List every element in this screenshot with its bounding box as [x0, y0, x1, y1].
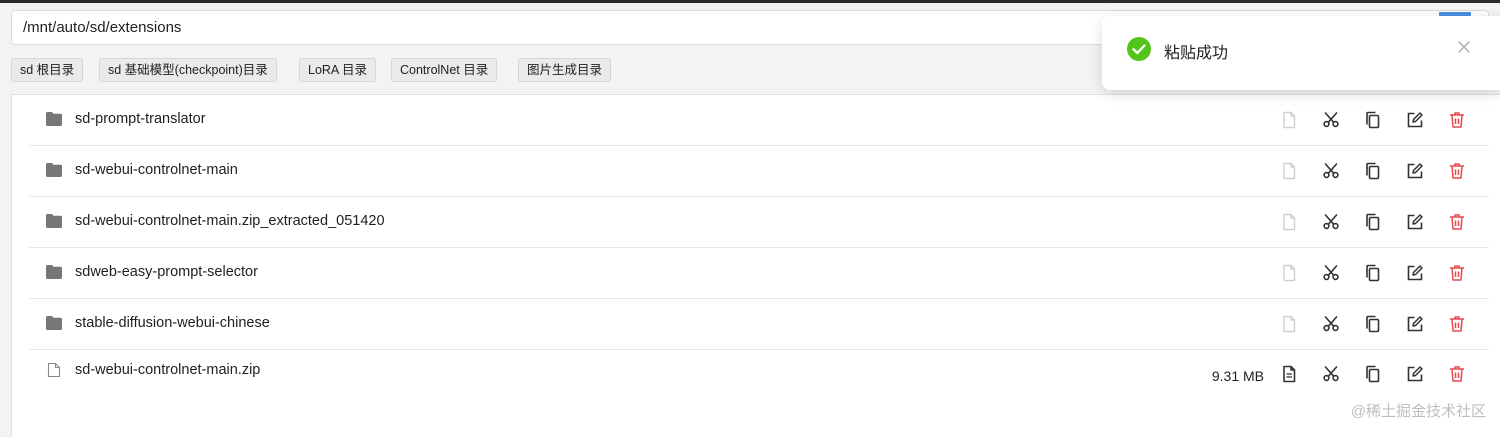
scissors-icon[interactable]: [1321, 212, 1341, 232]
file-name: sd-webui-controlnet-main: [75, 162, 238, 178]
list-item[interactable]: sd-webui-controlnet-main.zip 9.31 MB: [29, 350, 1489, 401]
shortcut-checkpoint[interactable]: sd 基础模型(checkpoint)目录: [99, 58, 277, 82]
copy-icon[interactable]: [1363, 314, 1383, 334]
file-view-icon[interactable]: [1279, 110, 1299, 130]
list-item[interactable]: sd-prompt-translator: [29, 95, 1489, 146]
scissors-icon[interactable]: [1321, 314, 1341, 334]
file-icon: [47, 363, 61, 377]
shortcut-lora[interactable]: LoRA 目录: [299, 58, 377, 82]
shortcut-controlnet[interactable]: ControlNet 目录: [391, 58, 498, 82]
edit-icon[interactable]: [1405, 364, 1425, 384]
trash-icon[interactable]: [1447, 314, 1467, 334]
trash-icon[interactable]: [1447, 364, 1467, 384]
copy-icon[interactable]: [1363, 212, 1383, 232]
shortcut-sd-root[interactable]: sd 根目录: [11, 58, 84, 82]
path-value: /mnt/auto/sd/extensions: [23, 19, 182, 36]
watermark: @稀土掘金技术社区: [1350, 403, 1486, 420]
edit-icon[interactable]: [1405, 110, 1425, 130]
scissors-icon[interactable]: [1321, 161, 1341, 181]
file-name: sdweb-easy-prompt-selector: [75, 264, 258, 280]
scissors-icon[interactable]: [1321, 364, 1341, 384]
folder-icon: [46, 112, 62, 126]
file-view-icon[interactable]: [1279, 314, 1299, 334]
copy-icon[interactable]: [1363, 263, 1383, 283]
edit-icon[interactable]: [1405, 263, 1425, 283]
close-icon[interactable]: [1457, 40, 1471, 54]
list-item[interactable]: sd-webui-controlnet-main.zip_extracted_0…: [29, 197, 1489, 248]
copy-icon[interactable]: [1363, 110, 1383, 130]
edit-icon[interactable]: [1405, 161, 1425, 181]
copy-icon[interactable]: [1363, 161, 1383, 181]
file-name: sd-webui-controlnet-main.zip: [75, 362, 261, 378]
list-item[interactable]: sd-webui-controlnet-main: [29, 146, 1489, 197]
folder-icon: [46, 265, 62, 279]
window-top-border: [0, 0, 1500, 3]
file-view-icon[interactable]: [1279, 364, 1299, 384]
trash-icon[interactable]: [1447, 110, 1467, 130]
file-list: sd-prompt-translator sd-webui-controlnet…: [11, 94, 1500, 437]
folder-icon: [46, 214, 62, 228]
list-item[interactable]: sdweb-easy-prompt-selector: [29, 248, 1489, 299]
file-name: sd-webui-controlnet-main.zip_extracted_0…: [75, 213, 385, 229]
edit-icon[interactable]: [1405, 314, 1425, 334]
file-view-icon[interactable]: [1279, 263, 1299, 283]
trash-icon[interactable]: [1447, 161, 1467, 181]
shortcut-image-output[interactable]: 图片生成目录: [518, 58, 612, 82]
file-name: sd-prompt-translator: [75, 111, 206, 127]
file-size: 9.31 MB: [1211, 368, 1264, 384]
file-view-icon[interactable]: [1279, 212, 1299, 232]
folder-icon: [46, 163, 62, 177]
folder-icon: [46, 316, 62, 330]
edit-icon[interactable]: [1405, 212, 1425, 232]
copy-icon[interactable]: [1363, 364, 1383, 384]
list-item[interactable]: stable-diffusion-webui-chinese: [29, 299, 1489, 350]
scissors-icon[interactable]: [1321, 263, 1341, 283]
success-check-icon: [1127, 37, 1151, 61]
trash-icon[interactable]: [1447, 212, 1467, 232]
file-name: stable-diffusion-webui-chinese: [75, 315, 270, 331]
toast-message: 粘贴成功: [1164, 45, 1229, 62]
scissors-icon[interactable]: [1321, 110, 1341, 130]
success-toast: 粘贴成功: [1102, 16, 1500, 90]
trash-icon[interactable]: [1447, 263, 1467, 283]
file-view-icon[interactable]: [1279, 161, 1299, 181]
